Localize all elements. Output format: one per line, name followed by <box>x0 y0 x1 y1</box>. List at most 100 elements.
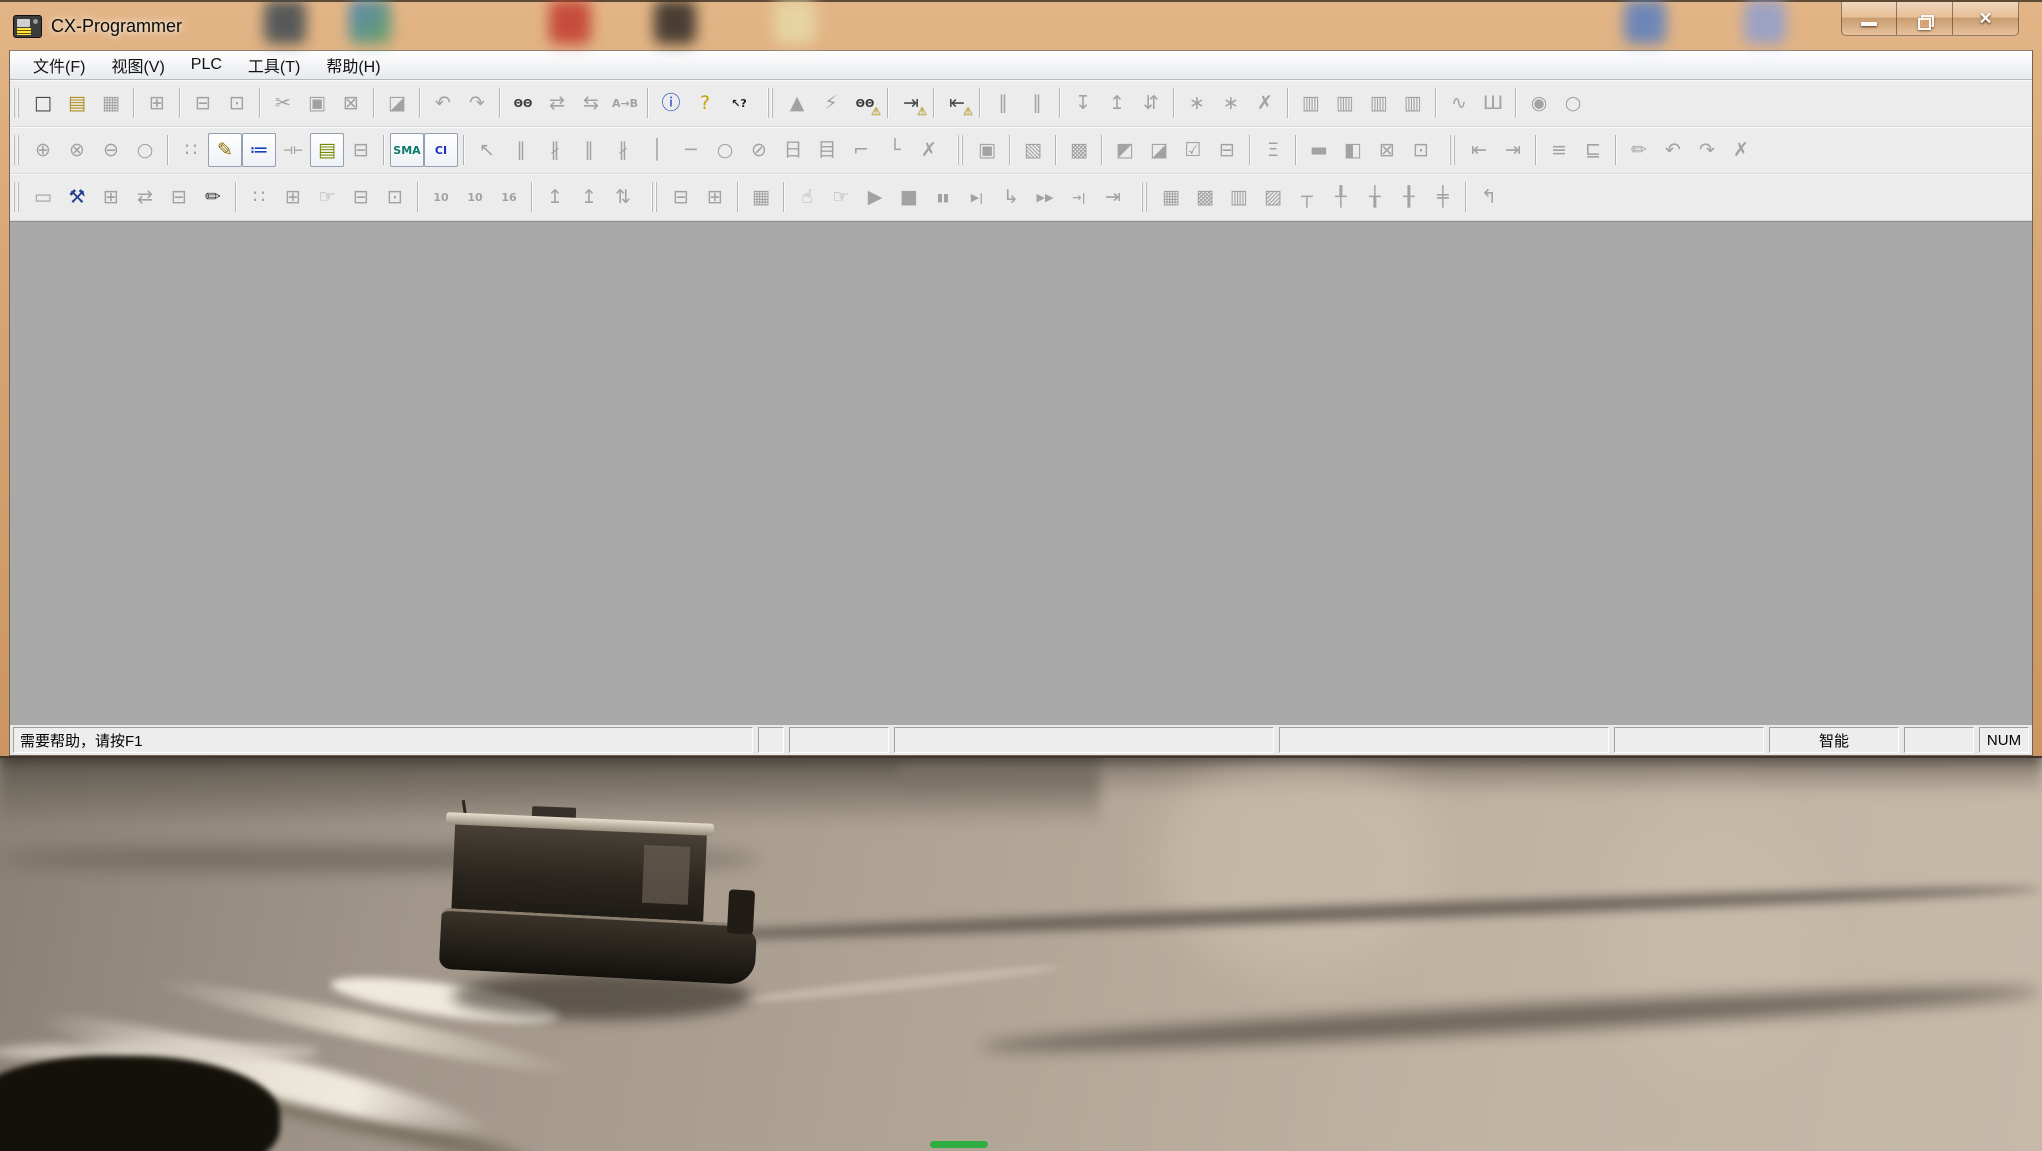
rung-toolbar: ⇤⇥≡⊑✏↶↷✗ <box>1446 129 1766 171</box>
toolbar-separator <box>1515 88 1517 118</box>
blurred-desktop-icon <box>1624 0 1666 44</box>
io-bit-force-off-icon: ╁ <box>1369 188 1380 207</box>
info-help-icon: ⓘ <box>661 94 680 113</box>
contact-or-closed-button: ∦ <box>606 133 640 167</box>
contact-or-closed-icon: ∦ <box>618 141 628 160</box>
section-view-icon: ⊞ <box>103 188 119 207</box>
restore-from-memory-card-button: ⊞ <box>698 180 732 214</box>
properties-icon: ✏ <box>205 188 221 207</box>
warning-overlay-icon: ⚠ <box>917 107 927 118</box>
help-topics-button[interactable]: ? <box>688 86 722 120</box>
window-refresh-icon: ⇄ <box>137 188 153 207</box>
context-help-button[interactable]: ↖? <box>722 86 756 120</box>
bow-wave <box>740 961 1060 1006</box>
toolbar-grip[interactable] <box>13 182 21 212</box>
transfer-to-plc-button[interactable]: ⇥⚠ <box>894 86 928 120</box>
boat-hull <box>439 908 758 985</box>
paste-special-icon: ◪ <box>388 94 406 113</box>
transfer-cancel-button: ✗ <box>1248 86 1282 120</box>
toolbar-separator <box>1059 88 1061 118</box>
work-online-simulator-icon: ⚡ <box>824 94 837 113</box>
show-rungs-compact-button[interactable]: ▤ <box>310 133 344 167</box>
memory-view-icon: ⊡ <box>387 188 403 207</box>
toolbar-separator <box>1173 88 1175 118</box>
mark-edit-button: ✏ <box>1622 133 1656 167</box>
close-button[interactable]: × <box>1953 2 2019 36</box>
menu-bar: 文件(F)视图(V)PLC工具(T)帮助(H) <box>10 51 2032 80</box>
display-signed-button: ▥ <box>1222 180 1256 214</box>
new-project-button[interactable]: □ <box>26 86 60 120</box>
coil-closed-button: ⊘ <box>742 133 776 167</box>
toolbar-separator <box>235 182 237 212</box>
blurred-desktop-icon <box>654 0 696 44</box>
horizontal-line-icon: ─ <box>685 141 696 160</box>
toolbar-grip[interactable] <box>767 88 775 118</box>
show-rung-annotations-button[interactable]: ≔ <box>242 133 276 167</box>
warning-overlay-icon: ⚠ <box>871 107 881 118</box>
menu-item-help[interactable]: 帮助(H) <box>313 50 393 80</box>
ci-instructions-button[interactable]: CI <box>424 133 458 167</box>
print-preview-button: ⊡ <box>220 86 254 120</box>
statusbar-panel-2 <box>894 727 1274 753</box>
toolbar-separator <box>419 88 421 118</box>
show-local-symbols-icon: ⊡ <box>1413 141 1429 160</box>
online-edit-rungs-icon: ▣ <box>978 141 996 160</box>
force-cancel-button: ☑ <box>1176 133 1210 167</box>
statusbar-panel-3 <box>1279 727 1609 753</box>
show-section-tree-button: ⊟ <box>344 133 378 167</box>
video-progress-fragment <box>930 1141 988 1148</box>
menu-item-view[interactable]: 视图(V) <box>98 50 177 80</box>
io-bit-force-off-button: ╁ <box>1358 180 1392 214</box>
toolbar-separator <box>887 88 889 118</box>
status-bar: 需要帮助，请按F1 智能NUM <box>10 725 2032 755</box>
title-bar[interactable]: CX-Programmer × <box>9 2 2033 50</box>
operating-mode-monitor-icon: ▥ <box>1370 94 1388 113</box>
coil-open-button: ○ <box>708 133 742 167</box>
toolbar-grip[interactable] <box>1141 182 1149 212</box>
io-bit-set-button: ╂ <box>1392 180 1426 214</box>
show-comments-button[interactable]: ✎ <box>208 133 242 167</box>
toolbar-grip[interactable] <box>651 182 659 212</box>
show-cross-reference-button: ⊠ <box>1370 133 1404 167</box>
toolbar-grip[interactable] <box>957 135 965 165</box>
workspace[interactable] <box>10 221 2032 725</box>
open-project-button[interactable]: ▤ <box>60 86 94 120</box>
toolbar-separator <box>1615 135 1617 165</box>
symbol-table-button[interactable]: SMA <box>390 133 424 167</box>
mark-undo-icon: ↶ <box>1665 141 1681 160</box>
show-watch-window-button: ▬ <box>1302 133 1336 167</box>
minimize-button[interactable] <box>1841 2 1897 36</box>
toolbar-grip[interactable] <box>13 135 21 165</box>
toolbar-separator <box>1101 135 1103 165</box>
find-button[interactable]: ΘΘ <box>506 86 540 120</box>
toolbar-grip[interactable] <box>13 88 21 118</box>
paste-special-button: ◪ <box>380 86 414 120</box>
properties-button[interactable]: ✏ <box>196 180 230 214</box>
step-in-icon: ↳ <box>1003 188 1019 207</box>
compile-button[interactable]: ⚒ <box>60 180 94 214</box>
close-icon: × <box>1979 7 1991 30</box>
transfer-io-memory-icon: ∗ <box>1223 94 1239 113</box>
release-password-icon: ○ <box>1565 94 1582 113</box>
toolbar-separator <box>1465 182 1467 212</box>
toolbar-separator <box>373 88 375 118</box>
monitor-button[interactable]: ΘΘ⚠ <box>848 86 882 120</box>
info-help-button[interactable]: ⓘ <box>654 86 688 120</box>
menu-item-tools[interactable]: 工具(T) <box>235 50 313 80</box>
transfer-from-plc-button[interactable]: ⇤⚠ <box>940 86 974 120</box>
return-to-start-icon: ↰ <box>1481 188 1497 207</box>
boat-silhouette <box>440 804 780 1019</box>
shift-rung-left-button: ⇤ <box>1462 133 1496 167</box>
screen: CX-Programmer × 文件(F)视图(V)PLC工具(T)帮助(H) … <box>0 0 2042 1151</box>
display-decimal-icon: ▩ <box>1196 188 1214 207</box>
clear-breakpoints-icon: ☞ <box>832 188 849 207</box>
statusbar-panel-num: NUM <box>1979 727 2029 753</box>
simulator-pause-icon: ▮▮ <box>937 192 949 203</box>
save-project-icon: ▦ <box>102 94 120 113</box>
water-reflection-streak <box>980 978 2042 1060</box>
restore-button[interactable] <box>1897 2 1953 36</box>
toolbar-grip[interactable] <box>1449 135 1457 165</box>
show-output-bar-icon: ▭ <box>34 188 52 207</box>
menu-item-plc[interactable]: PLC <box>178 53 235 77</box>
menu-item-file[interactable]: 文件(F) <box>20 50 98 80</box>
